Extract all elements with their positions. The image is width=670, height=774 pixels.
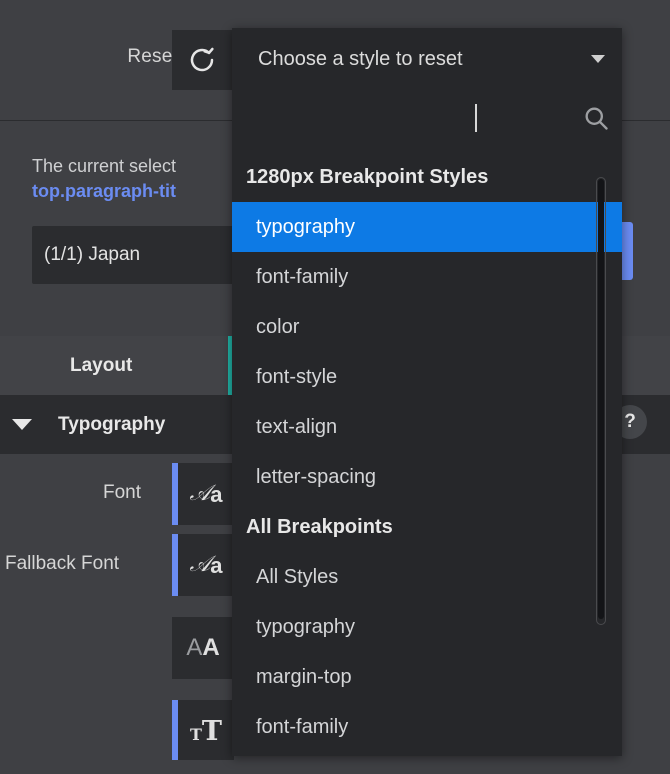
font-size-icon: AA — [186, 634, 220, 661]
dropdown-title: Choose a style to reset — [258, 47, 463, 70]
dropdown-group-header: 1280px Breakpoint Styles — [246, 165, 489, 188]
dropdown-option[interactable]: font-style — [232, 352, 622, 402]
dropdown-header[interactable]: Choose a style to reset — [232, 28, 622, 90]
font-swatch-button[interactable]: 𝒜a — [172, 463, 234, 525]
text-cursor — [475, 104, 477, 132]
dropdown-option[interactable]: typography — [232, 202, 622, 252]
dropdown-option[interactable]: color — [232, 302, 622, 352]
selector-name-link[interactable]: top.paragraph-tit — [32, 181, 176, 202]
reset-button[interactable] — [172, 30, 232, 90]
font-italic-serif-icon: 𝒜a — [189, 480, 223, 507]
dropdown-option[interactable]: text-align — [232, 402, 622, 452]
reset-label: Reset — [127, 46, 178, 67]
dropdown-scrollbar-thumb[interactable] — [598, 179, 604, 619]
dropdown-option[interactable]: typography — [232, 602, 622, 652]
dropdown-option[interactable]: margin-top — [232, 652, 622, 702]
section-title-layout: Layout — [70, 354, 133, 376]
dropdown-option-list[interactable]: 1280px Breakpoint Styles typography font-f… — [232, 152, 622, 756]
instance-count-value: (1/1) Japan — [44, 244, 141, 265]
app-root: Reset The current select top.paragraph-t… — [0, 0, 670, 774]
refresh-icon — [187, 45, 217, 75]
dropdown-search-row[interactable] — [232, 90, 622, 152]
dropdown-option[interactable]: All Styles — [232, 552, 622, 602]
bottom-strip — [0, 760, 670, 774]
dropdown-group-header: All Breakpoints — [246, 515, 393, 538]
chevron-down-icon — [591, 55, 605, 63]
font-weight-icon: TT — [190, 715, 222, 747]
dropdown-option[interactable]: font-family — [232, 252, 622, 302]
section-title-typography: Typography — [58, 413, 166, 435]
font-weight-swatch-button[interactable]: TT — [172, 700, 234, 762]
control-label-font: Font — [103, 482, 142, 503]
dropdown-option[interactable]: font-family — [232, 702, 622, 752]
search-icon — [582, 104, 610, 137]
fallback-font-swatch-button[interactable]: 𝒜a — [172, 534, 234, 596]
control-label-fallback-font: Fallback Font — [5, 553, 120, 574]
chevron-down-icon — [12, 419, 32, 430]
dropdown-option[interactable]: letter-spacing — [232, 452, 622, 502]
style-reset-dropdown[interactable]: Choose a style to reset 1280px Breakpoin… — [232, 28, 622, 756]
font-size-swatch-button[interactable]: AA — [172, 617, 234, 679]
font-italic-serif-icon: 𝒜a — [189, 551, 223, 578]
